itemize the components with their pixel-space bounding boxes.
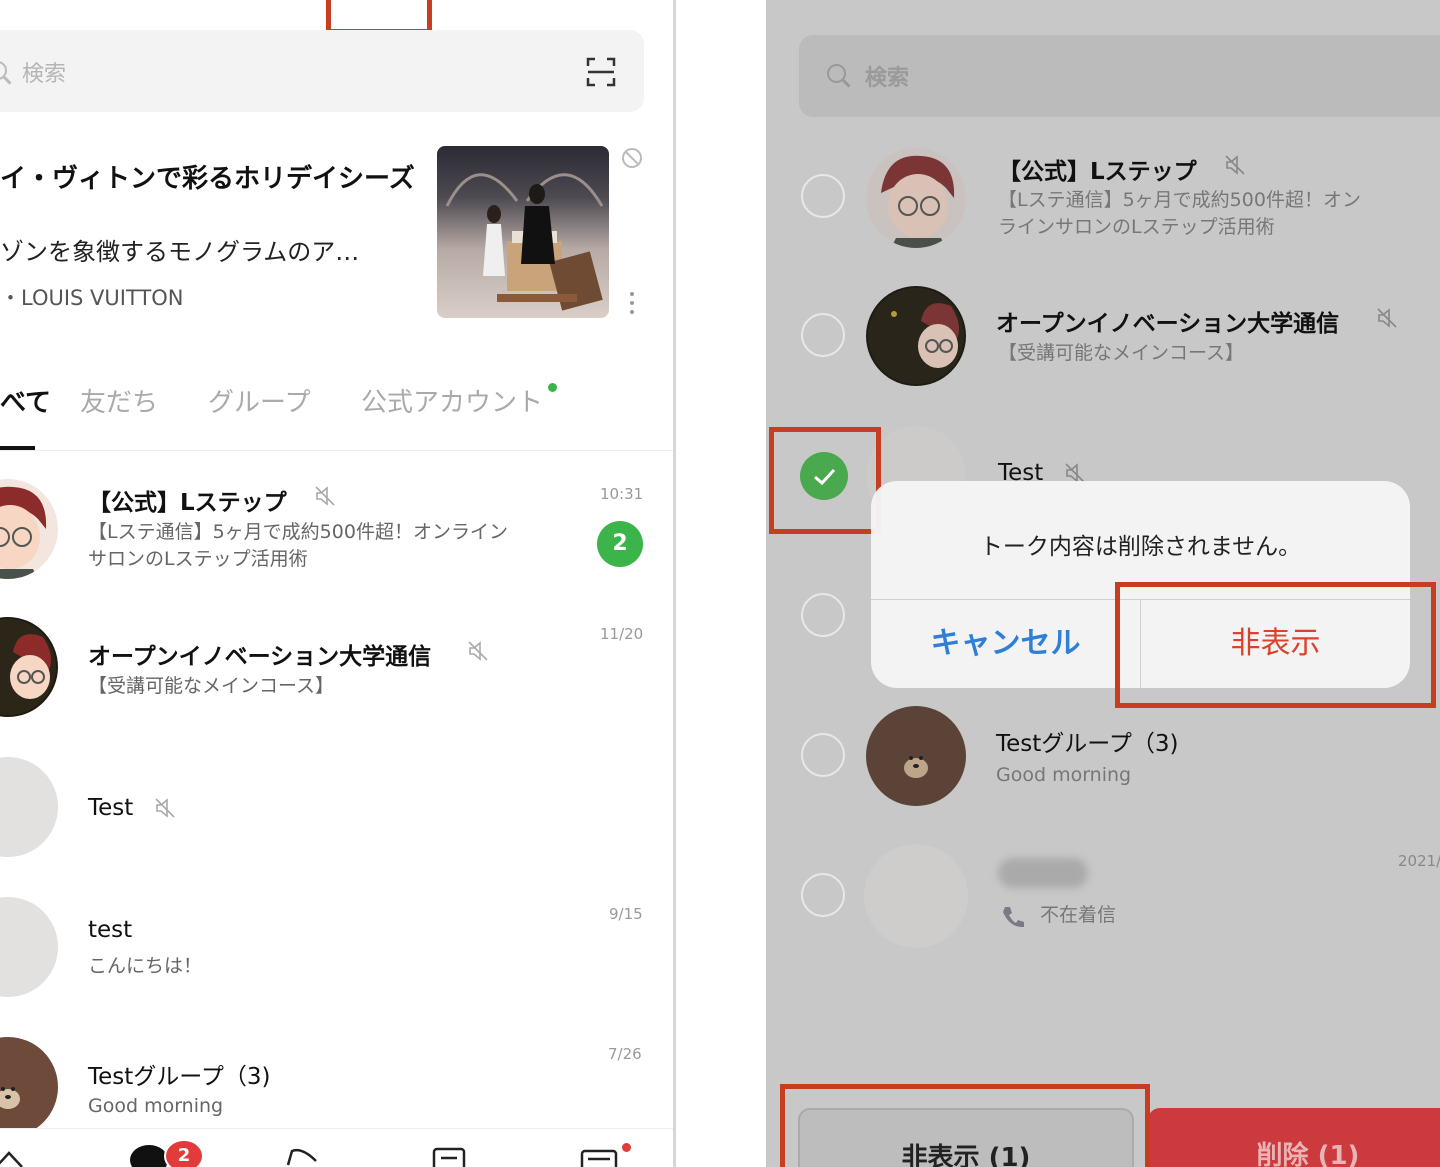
- pane-gap: [676, 0, 766, 1167]
- chat-name: オープンイノベーション大学通信: [88, 644, 432, 670]
- chat-row-test-group[interactable]: Testグループ（3) Good morning 7/26: [0, 1025, 673, 1137]
- highlight-box-hide-button: [1115, 582, 1436, 708]
- chat-name: 【公式】Lステップ: [88, 490, 287, 516]
- tab-friends[interactable]: 友だち: [80, 382, 158, 419]
- ad-source: ・LOUIS VUITTON: [0, 286, 184, 310]
- avatar: [866, 706, 966, 806]
- avatar: [0, 479, 58, 579]
- chat-name: オープンイノベーション大学通信: [996, 311, 1340, 337]
- search-bar[interactable]: 検索: [799, 35, 1440, 117]
- chat-preview: 不在着信: [1040, 904, 1117, 926]
- chat-time: 7/26: [608, 1045, 642, 1063]
- chat-list-screen: 検索 イ・ヴィトンで彩るホリデイシーズ ゾンを象徴するモノグラムのア… ・LOU…: [0, 0, 673, 1167]
- chat-preview: 【Lステ通信】5ヶ月で成約500件超！オンライン サロンのLステップ活用術: [88, 521, 508, 570]
- edit-row-missed-call[interactable]: 不在着信 2021/: [766, 840, 1440, 960]
- select-radio[interactable]: [801, 593, 845, 637]
- tab-divider: [0, 450, 673, 451]
- edit-row-lstep[interactable]: 【公式】Lステップ 【Lステ通信】5ヶ月で成約500件超！オン ラインサロンのL…: [766, 140, 1440, 260]
- search-placeholder: 検索: [865, 66, 910, 91]
- select-radio[interactable]: [801, 174, 845, 218]
- chat-preview: Good morning: [996, 764, 1132, 786]
- avatar: [0, 1037, 58, 1137]
- search-icon: [0, 61, 7, 80]
- highlight-box-bottom-hide: [780, 1084, 1150, 1167]
- search-placeholder: 検索: [22, 62, 67, 87]
- avatar: [0, 897, 58, 997]
- select-radio[interactable]: [801, 733, 845, 777]
- mute-icon: [155, 798, 175, 818]
- ad-title[interactable]: イ・ヴィトンで彩るホリデイシーズ: [0, 158, 415, 195]
- chat-preview: こんにちは！: [88, 955, 203, 977]
- phone-icon: [1003, 907, 1024, 928]
- chat-name: 【公式】Lステップ: [998, 159, 1197, 185]
- avatar: [0, 617, 58, 717]
- unread-badge: 2: [597, 521, 643, 567]
- bottom-nav: 2: [0, 1128, 673, 1167]
- highlight-box-checkbox: [769, 427, 881, 534]
- chat-name: Testグループ（3): [88, 1064, 271, 1090]
- chat-preview: 【Lステ通信】5ヶ月で成約500件超！オン ラインサロンのLステップ活用術: [998, 189, 1361, 238]
- tab-official-accounts[interactable]: 公式アカウント: [361, 382, 543, 419]
- chat-preview: 【受講可能なメインコース】: [88, 675, 335, 697]
- mute-icon: [1225, 155, 1245, 175]
- ad-description: ゾンを象徴するモノグラムのア…: [0, 238, 360, 266]
- bottom-delete-button[interactable]: 削除 (1): [1148, 1108, 1440, 1167]
- chat-row-test[interactable]: Test: [0, 745, 673, 875]
- voom-icon[interactable]: [284, 1145, 320, 1167]
- qr-scan-icon[interactable]: [586, 57, 616, 87]
- chat-name: test: [88, 917, 133, 943]
- select-radio[interactable]: [801, 873, 845, 917]
- tab-groups[interactable]: グループ: [208, 382, 310, 419]
- ad-image[interactable]: [437, 146, 609, 318]
- tab-all[interactable]: べて: [0, 382, 51, 419]
- wallet-dot: [622, 1143, 631, 1152]
- chat-row-lstep[interactable]: 【公式】Lステップ 【Lステ通信】5ヶ月で成約500件超！オンライン サロンのL…: [0, 465, 673, 595]
- dialog-message: トーク内容は削除されません。: [979, 534, 1302, 560]
- chat-name: Testグループ（3): [996, 731, 1179, 757]
- chat-time: 11/20: [600, 625, 644, 643]
- edit-row-test-group[interactable]: Testグループ（3) Good morning: [766, 700, 1440, 820]
- highlight-box-top: [326, 0, 432, 34]
- avatar: [0, 757, 58, 857]
- chat-time: 2021/: [1398, 852, 1440, 870]
- nav-chat-badge: 2: [164, 1139, 204, 1167]
- chat-row-open-innovation[interactable]: オープンイノベーション大学通信 【受講可能なメインコース】 11/20: [0, 605, 673, 735]
- chat-time: 10:31: [600, 485, 644, 503]
- cancel-button[interactable]: キャンセル: [871, 599, 1140, 688]
- news-icon[interactable]: [432, 1147, 468, 1167]
- edit-row-open-innovation[interactable]: オープンイノベーション大学通信 【受講可能なメインコース】: [766, 280, 1440, 400]
- new-dot: [548, 383, 557, 392]
- chat-time: 9/15: [609, 905, 643, 923]
- chat-tab-icon[interactable]: [130, 1145, 168, 1167]
- chat-preview: Good morning: [88, 1095, 224, 1117]
- blurred-name: [998, 858, 1088, 888]
- more-options-icon[interactable]: [630, 292, 634, 314]
- chat-preview: 【受講可能なメインコース】: [998, 342, 1245, 364]
- mute-icon: [1377, 308, 1397, 328]
- avatar: [866, 286, 966, 386]
- search-bar[interactable]: 検索: [0, 30, 644, 112]
- search-icon: [827, 64, 846, 83]
- avatar: [864, 844, 968, 948]
- chat-name: Test: [88, 795, 134, 821]
- edit-chat-list-screen: 検索 【公式】Lステップ 【Lステ通信】5ヶ月で成約500件超！オン ラインサロ…: [766, 0, 1440, 1167]
- mute-icon: [315, 486, 335, 506]
- block-ad-icon[interactable]: [622, 148, 642, 168]
- home-icon[interactable]: [0, 1147, 24, 1167]
- avatar: [866, 148, 966, 248]
- chat-row-test-lower[interactable]: test こんにちは！ 9/15: [0, 885, 673, 1015]
- mute-icon: [468, 641, 488, 661]
- wallet-icon[interactable]: [580, 1147, 620, 1167]
- select-radio[interactable]: [801, 313, 845, 357]
